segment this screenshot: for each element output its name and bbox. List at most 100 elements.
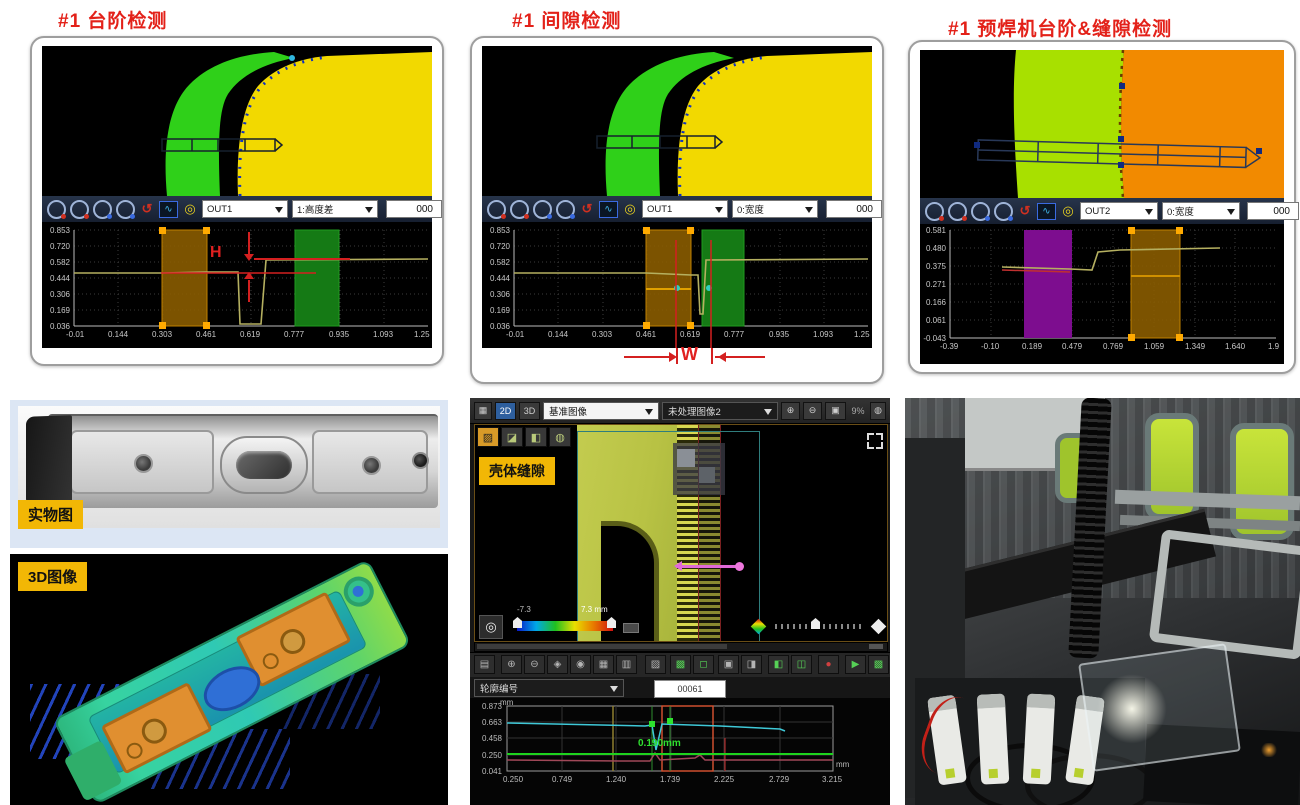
tool-button[interactable]: ▶ [845, 655, 866, 674]
waveform-icon[interactable]: ∿ [159, 201, 178, 218]
panel3-card: ↺ ∿ ◎ OUT2 0:宽度 000 [908, 40, 1296, 374]
zoom-in-icon[interactable] [533, 200, 552, 219]
colorbar-options-button[interactable] [623, 623, 639, 633]
tool-button[interactable]: ⊕ [501, 655, 522, 674]
zoom-in-icon[interactable] [971, 202, 990, 221]
y-tick: 0.169 [44, 306, 70, 315]
zoom-out-icon[interactable] [994, 202, 1013, 221]
view-mode-image-button[interactable]: ▨ [477, 427, 499, 447]
tool-button[interactable]: ◧ [768, 655, 789, 674]
mode-select[interactable]: 1:高度差 [292, 200, 378, 218]
scrollbar-thumb[interactable] [477, 644, 727, 649]
zoom-out-icon[interactable] [556, 200, 575, 219]
roi-rect-green[interactable] [702, 230, 744, 326]
tool-button[interactable]: ▤ [474, 655, 495, 674]
value-box[interactable]: 000 [826, 200, 882, 218]
x-tick: 0.479 [1062, 342, 1082, 351]
zoom-in-icon[interactable]: ⊕ [781, 402, 800, 420]
output-select[interactable]: OUT2 [1080, 202, 1158, 220]
unit-label-right: mm [836, 760, 849, 769]
x-tick: 0.461 [636, 330, 656, 339]
y-tick: 0.306 [484, 290, 510, 299]
x-tick: 1.093 [373, 330, 393, 339]
photo-card: 实物图 [10, 400, 448, 548]
zoom-out-icon[interactable] [116, 200, 135, 219]
roi-rect-orange[interactable] [1128, 227, 1183, 341]
tool-button[interactable]: ◉ [570, 655, 591, 674]
waveform-icon[interactable]: ∿ [599, 201, 618, 218]
reset-icon[interactable]: ↺ [1017, 203, 1033, 219]
mode-select[interactable]: 0:宽度 [1162, 202, 1240, 220]
width-annotation: W [681, 344, 698, 365]
tool-button[interactable]: ▣ [718, 655, 739, 674]
probe2-icon[interactable] [70, 200, 89, 219]
panel1-title: #1 台阶检测 [58, 6, 167, 33]
probe-icon[interactable] [925, 202, 944, 221]
tool-button[interactable]: ◈ [547, 655, 568, 674]
probe-icon[interactable] [487, 200, 506, 219]
tool-button[interactable]: ▥ [616, 655, 637, 674]
tool-button[interactable]: ◫ [791, 655, 812, 674]
output-select[interactable]: OUT1 [642, 200, 728, 218]
user-icon[interactable]: ◍ [870, 402, 886, 420]
tool-button[interactable]: ▨ [645, 655, 666, 674]
record-button[interactable]: ● [818, 655, 839, 674]
terminal-dot [124, 740, 146, 762]
tool-button[interactable]: ▩ [868, 655, 889, 674]
x-tick: 0.303 [592, 330, 612, 339]
output-select[interactable]: OUT1 [202, 200, 288, 218]
tab-3d[interactable]: 3D [519, 402, 540, 420]
fullscreen-icon[interactable] [867, 433, 883, 449]
value-box[interactable]: 000 [1247, 202, 1299, 220]
x-tick: 0.777 [284, 330, 304, 339]
zoom-out-icon[interactable]: ⊖ [803, 402, 822, 420]
view-mode-histogram-button[interactable]: ◪ [501, 427, 523, 447]
profile-number-field[interactable]: 00061 [654, 680, 726, 698]
aluminum-bracket [1149, 529, 1300, 660]
waveform-icon[interactable]: ∿ [1037, 203, 1056, 220]
x-tick: -0.39 [940, 342, 958, 351]
opacity-slider-handle[interactable] [811, 618, 820, 629]
tool-button[interactable]: ▦ [593, 655, 614, 674]
layers-icon[interactable]: ◎ [182, 201, 198, 217]
roi-rect-purple[interactable] [1024, 230, 1072, 338]
roi-rect-orange[interactable] [643, 227, 694, 329]
tool-button[interactable]: ◻ [693, 655, 714, 674]
target-icon[interactable]: ◎ [479, 615, 503, 639]
view-mode-profile-button[interactable]: ◍ [549, 427, 571, 447]
screw-hole [134, 454, 153, 473]
zoom-in-icon[interactable] [93, 200, 112, 219]
tab-2d[interactable]: 2D [495, 402, 516, 420]
colorbar-handle-min[interactable] [513, 617, 522, 628]
tool-button[interactable]: ◨ [741, 655, 762, 674]
probe-icon[interactable] [47, 200, 66, 219]
zoom-fit-icon[interactable]: ▣ [825, 402, 846, 420]
gap-arrow-line [676, 565, 739, 568]
grid-view-icon[interactable]: ▦ [474, 402, 492, 420]
reset-icon[interactable]: ↺ [139, 201, 155, 217]
layers-icon[interactable]: ◎ [622, 201, 638, 217]
terminal-circle [276, 625, 310, 659]
profile-number-select[interactable]: 轮廓编号 [474, 679, 624, 697]
mode-select[interactable]: 0:宽度 [732, 200, 818, 218]
raw-image-select[interactable]: 未处理图像2 [662, 402, 778, 420]
value-box[interactable]: 000 [386, 200, 442, 218]
probe2-icon[interactable] [510, 200, 529, 219]
profile-select-row: 轮廓编号 00061 [470, 678, 890, 698]
probe2-icon[interactable] [948, 202, 967, 221]
horizontal-scrollbar[interactable] [474, 642, 888, 652]
y-tick: 0.480 [920, 244, 946, 253]
chevron-down-icon [715, 207, 723, 217]
y-tick: 0.720 [484, 242, 510, 251]
tool-button[interactable]: ⊖ [524, 655, 545, 674]
layers-icon[interactable]: ◎ [1060, 203, 1076, 219]
height-colorbar[interactable] [517, 621, 613, 631]
view-mode-gradient-button[interactable]: ◧ [525, 427, 547, 447]
roi-rect-orange[interactable] [159, 227, 210, 329]
roi-rect-green[interactable] [295, 230, 339, 326]
tool-button[interactable]: ▩ [670, 655, 691, 674]
y-tick: 0.720 [44, 242, 70, 251]
base-image-select[interactable]: 基准图像 [543, 402, 659, 420]
reset-icon[interactable]: ↺ [579, 201, 595, 217]
scrollbar-corner[interactable] [869, 644, 883, 649]
